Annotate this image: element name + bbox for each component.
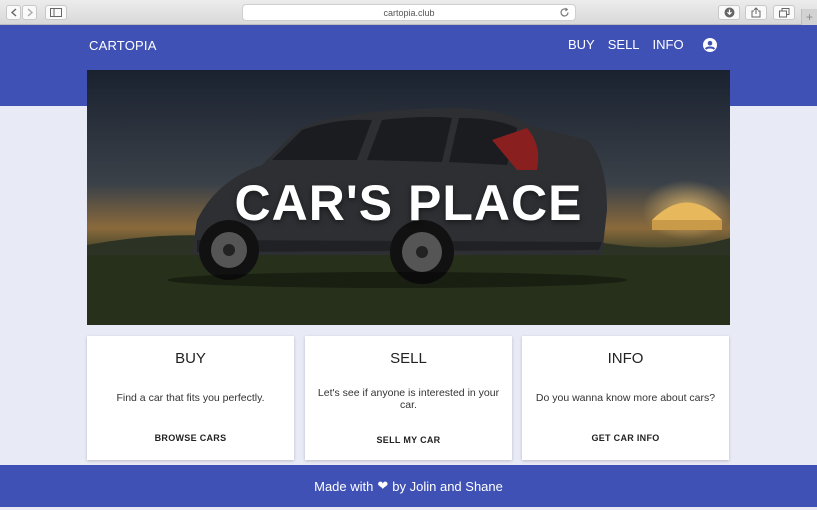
footer-prefix: Made with <box>314 478 374 494</box>
card-text: Let's see if anyone is interested in you… <box>317 387 500 411</box>
card-title: SELL <box>390 350 427 367</box>
hero-banner: CAR'S PLACE <box>87 70 730 325</box>
heart-icon: ❤ <box>377 478 389 493</box>
card-title: BUY <box>175 350 206 367</box>
get-car-info-button[interactable]: GET CAR INFO <box>522 433 729 443</box>
new-tab-button[interactable]: + <box>801 9 817 25</box>
sidebar-icon <box>50 8 62 17</box>
back-button[interactable] <box>6 5 21 20</box>
sell-my-car-button[interactable]: SELL MY CAR <box>305 435 512 445</box>
tabs-button[interactable] <box>773 5 795 20</box>
address-bar[interactable]: cartopia.club <box>242 4 576 21</box>
brand-logo[interactable]: CARTOPIA <box>89 38 157 53</box>
nav-links: BUY SELL INFO <box>568 37 684 52</box>
nav-link-info[interactable]: INFO <box>653 37 684 52</box>
share-button[interactable] <box>745 5 767 20</box>
account-circle-icon[interactable] <box>703 38 717 52</box>
card-sell: SELL Let's see if anyone is interested i… <box>305 336 512 460</box>
footer-credits: by Jolin and Shane <box>392 478 503 494</box>
sidebar-button[interactable] <box>45 5 67 20</box>
back-icon <box>10 8 16 17</box>
forward-button[interactable] <box>22 5 37 20</box>
reload-icon[interactable] <box>559 7 570 18</box>
forward-icon <box>27 8 33 17</box>
card-info: INFO Do you wanna know more about cars? … <box>522 336 729 460</box>
downloads-button[interactable] <box>718 5 740 20</box>
hero-title: CAR'S PLACE <box>234 175 583 231</box>
card-title: INFO <box>607 350 644 367</box>
tabs-icon <box>778 7 789 17</box>
card-text: Find a car that fits you perfectly. <box>116 392 265 404</box>
card-text: Do you wanna know more about cars? <box>535 392 716 404</box>
plus-icon: + <box>805 10 813 24</box>
card-buy: BUY Find a car that fits you perfectly. … <box>87 336 294 460</box>
footer: Made with ❤ by Jolin and Shane <box>0 465 817 507</box>
browse-cars-button[interactable]: BROWSE CARS <box>87 433 294 443</box>
url-text: cartopia.club <box>383 7 435 18</box>
nav-link-sell[interactable]: SELL <box>608 37 640 52</box>
download-icon <box>724 7 734 18</box>
browser-toolbar: cartopia.club + <box>0 0 817 25</box>
nav-link-buy[interactable]: BUY <box>568 37 595 52</box>
share-icon <box>751 7 761 18</box>
